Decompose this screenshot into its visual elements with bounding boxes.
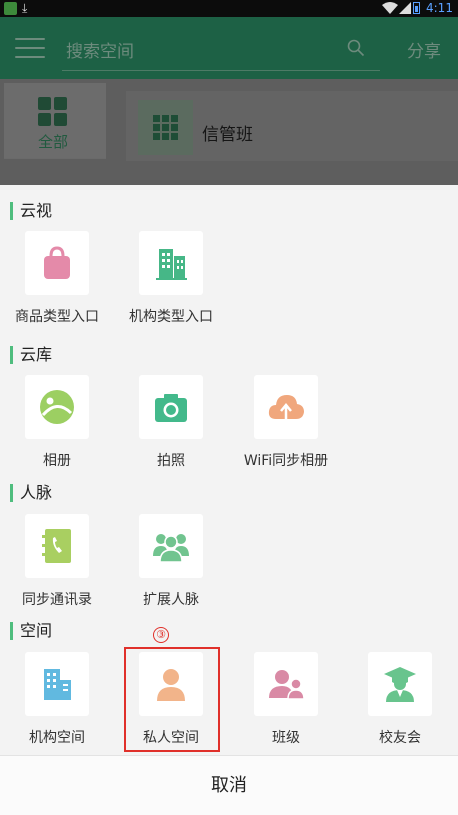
space-card[interactable]: 信管班	[126, 91, 458, 161]
space-grid-icon	[138, 100, 193, 155]
status-time: 4:11	[426, 1, 453, 15]
search-icon[interactable]	[347, 39, 365, 57]
wifi-icon	[382, 2, 398, 14]
item-label: 校友会	[379, 730, 421, 746]
item-org-space[interactable]: 机构空间	[0, 652, 114, 747]
battery-icon	[413, 2, 420, 14]
sidebar-item-label: 全部	[38, 133, 69, 151]
item-label: 拍照	[157, 453, 185, 469]
grid-icon	[38, 97, 68, 127]
tile	[25, 375, 89, 439]
menu-icon[interactable]	[15, 38, 45, 58]
tile	[139, 514, 203, 578]
item-label: 相册	[43, 453, 71, 469]
search-underline	[62, 70, 380, 71]
item-expand-network[interactable]: 扩展人脉	[114, 514, 228, 609]
item-label: 班级	[272, 730, 300, 746]
app-header: 搜索空间 分享	[0, 17, 458, 79]
tile	[25, 652, 89, 716]
people-group-icon	[153, 534, 189, 563]
section-title-yunshi: 云视	[10, 202, 52, 220]
item-org-entry[interactable]: 机构类型入口	[114, 231, 228, 326]
section-title-renmai: 人脉	[10, 484, 52, 502]
camera-icon	[155, 394, 187, 422]
tile	[254, 375, 318, 439]
contacts-book-icon	[42, 529, 71, 563]
share-sheet: 云视 商品类型入口 机构类型入口 云库 相册 拍照 WiFi同步相册 人脉 同步…	[0, 185, 458, 815]
download-icon: ⤓	[22, 1, 28, 15]
status-bar: ⤓ 4:11	[0, 0, 458, 17]
tile	[139, 375, 203, 439]
signal-icon	[399, 2, 411, 14]
item-label: 商品类型入口	[15, 309, 99, 325]
item-label: 机构类型入口	[129, 309, 213, 325]
section-title-yunku: 云库	[10, 346, 52, 364]
tile	[25, 514, 89, 578]
item-product-entry[interactable]: 商品类型入口	[0, 231, 114, 326]
cloud-upload-icon	[268, 395, 304, 419]
cancel-button[interactable]: 取消	[0, 755, 458, 815]
item-label: 扩展人脉	[143, 592, 199, 608]
album-icon	[40, 390, 74, 424]
item-camera[interactable]: 拍照	[114, 375, 228, 470]
item-album[interactable]: 相册	[0, 375, 114, 470]
section-title-kongjian: 空间	[10, 622, 52, 640]
item-label: WiFi同步相册	[243, 453, 329, 469]
step-badge: ③	[153, 627, 169, 643]
tile	[368, 652, 432, 716]
item-class[interactable]: 班级	[229, 652, 343, 747]
graduate-icon	[384, 667, 416, 702]
tile	[254, 652, 318, 716]
item-label: 同步通讯录	[22, 592, 92, 608]
item-wifi-sync-album[interactable]: WiFi同步相册	[229, 375, 343, 470]
item-alumni[interactable]: 校友会	[343, 652, 457, 747]
tile	[25, 231, 89, 295]
background-content: 全部 信管班	[0, 79, 458, 188]
sidebar-item[interactable]	[4, 158, 106, 188]
item-sync-contacts[interactable]: 同步通讯录	[0, 514, 114, 609]
space-name: 信管班	[202, 125, 253, 145]
share-button[interactable]: 分享	[407, 37, 441, 62]
shopping-bag-icon	[44, 246, 70, 279]
app-icon	[4, 2, 17, 15]
class-people-icon	[269, 670, 305, 700]
building-icon	[156, 249, 187, 280]
office-building-icon	[44, 669, 71, 700]
highlight-box	[124, 647, 220, 752]
search-input[interactable]: 搜索空间	[66, 37, 134, 62]
tile	[139, 231, 203, 295]
item-label: 机构空间	[29, 730, 85, 746]
